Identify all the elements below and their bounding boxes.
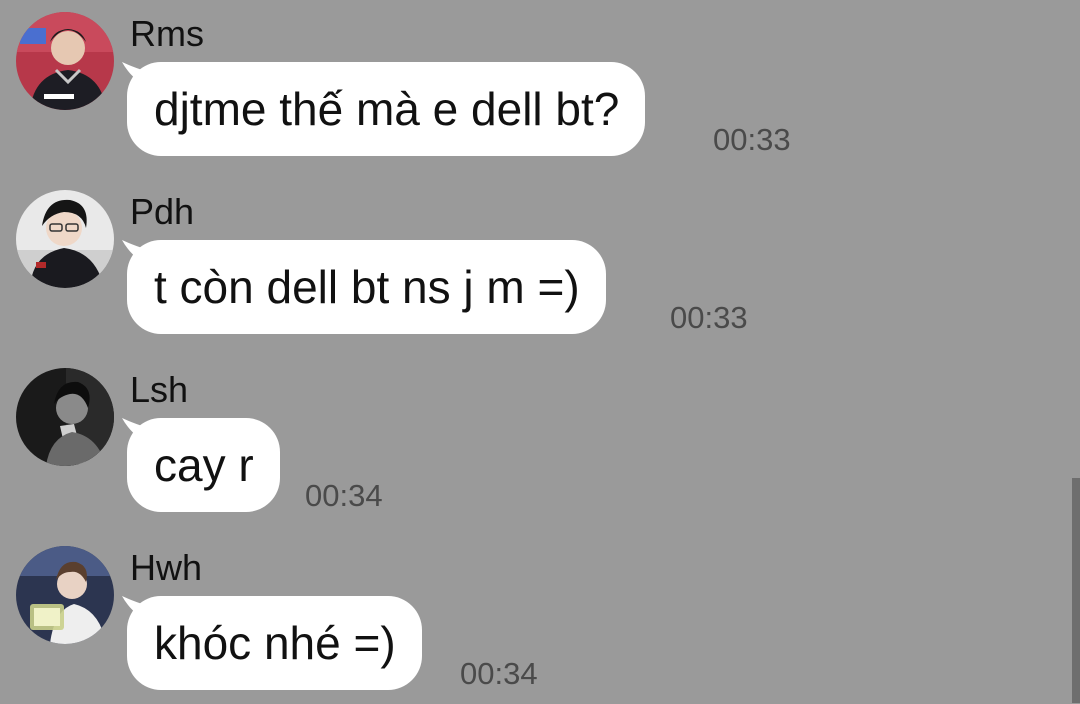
message-timestamp: 00:34	[305, 478, 383, 513]
message-timestamp: 00:33	[670, 300, 748, 335]
user-photo-icon	[16, 12, 114, 110]
sender-name: Lsh	[130, 369, 189, 410]
message-text: khóc nhé =)	[127, 596, 422, 690]
avatar-lsh[interactable]	[16, 368, 114, 466]
chat-message: Pdh t còn dell bt ns j m =) 00:33	[0, 178, 1060, 348]
message-timestamp: 00:33	[713, 122, 791, 157]
message-text: djtme thế mà e dell bt?	[127, 62, 646, 156]
user-photo-icon	[16, 546, 114, 644]
message-text: t còn dell bt ns j m =)	[127, 240, 606, 334]
user-photo-icon	[16, 368, 114, 466]
message-bubble[interactable]: t còn dell bt ns j m =)	[120, 240, 606, 338]
chat-message-list: Rms djtme thế mà e dell bt? 00:33 Pdh t …	[0, 0, 1080, 703]
message-bubble[interactable]: djtme thế mà e dell bt?	[120, 62, 646, 160]
user-photo-icon	[16, 190, 114, 288]
chat-message: Rms djtme thế mà e dell bt? 00:33	[0, 0, 1060, 170]
message-timestamp: 00:34	[460, 656, 538, 691]
avatar-hwh[interactable]	[16, 546, 114, 644]
sender-name: Hwh	[130, 547, 203, 588]
message-text: cay r	[127, 418, 280, 512]
avatar-rms[interactable]	[16, 12, 114, 110]
sender-name: Pdh	[130, 191, 195, 232]
chat-message: Lsh cay r 00:34	[0, 356, 1060, 526]
avatar-pdh[interactable]	[16, 190, 114, 288]
sender-name: Rms	[130, 13, 204, 54]
message-bubble[interactable]: cay r	[120, 418, 280, 516]
scrollbar-thumb[interactable]	[1072, 478, 1080, 703]
message-bubble[interactable]: khóc nhé =)	[120, 596, 422, 694]
chat-message: Hwh khóc nhé =) 00:34	[0, 534, 1060, 704]
